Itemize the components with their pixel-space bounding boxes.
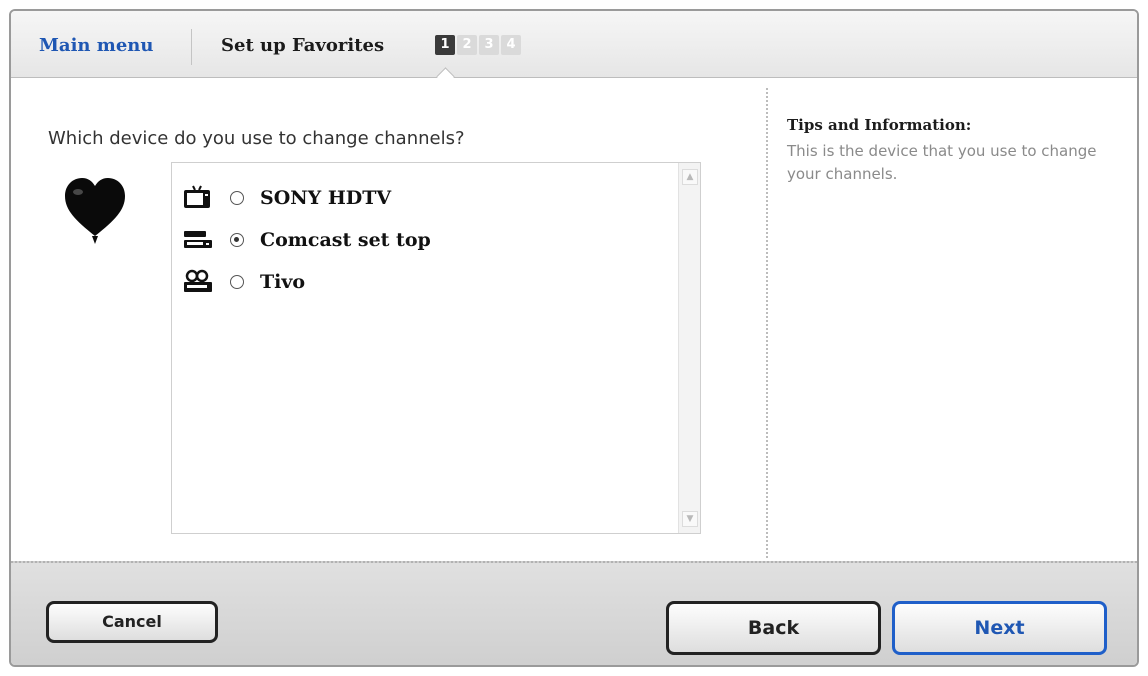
device-option-sony-hdtv[interactable]: SONY HDTV <box>182 181 391 215</box>
radio-comcast-set-top[interactable] <box>230 233 244 247</box>
back-button[interactable]: Back <box>666 601 881 655</box>
list-scrollbar[interactable]: ▲ ▼ <box>678 163 700 533</box>
step-3: 3 <box>479 35 499 55</box>
panel-divider <box>766 88 768 558</box>
radio-sony-hdtv[interactable] <box>230 191 244 205</box>
step-1: 1 <box>435 35 455 55</box>
device-label: Tivo <box>260 271 306 293</box>
radio-tivo[interactable] <box>230 275 244 289</box>
step-2: 2 <box>457 35 477 55</box>
step-4: 4 <box>501 35 521 55</box>
footer-bar: Cancel Back Next <box>11 561 1137 665</box>
device-option-comcast-set-top[interactable]: Comcast set top <box>182 223 431 257</box>
question-text: Which device do you use to change channe… <box>48 128 465 149</box>
next-button[interactable]: Next <box>892 601 1107 655</box>
tivo-icon <box>182 267 220 297</box>
header-bar: Main menu Set up Favorites 1 2 3 4 <box>11 11 1137 78</box>
main-content: Which device do you use to change channe… <box>11 78 1137 561</box>
scroll-down-icon[interactable]: ▼ <box>682 511 698 527</box>
device-label: Comcast set top <box>260 229 431 251</box>
setup-dialog: Main menu Set up Favorites 1 2 3 4 Which… <box>9 9 1139 667</box>
device-list[interactable]: SONY HDTV Comcast set top Tivo ▲ ▼ <box>171 162 701 534</box>
device-option-tivo[interactable]: Tivo <box>182 265 305 299</box>
cancel-button[interactable]: Cancel <box>46 601 218 643</box>
breadcrumb-separator <box>191 29 192 65</box>
scroll-up-icon[interactable]: ▲ <box>682 169 698 185</box>
page-title: Set up Favorites <box>221 35 385 56</box>
set-top-box-icon <box>182 225 220 255</box>
main-menu-link[interactable]: Main menu <box>39 35 153 56</box>
device-label: SONY HDTV <box>260 187 392 209</box>
tips-title: Tips and Information: <box>787 116 972 134</box>
step-indicator: 1 2 3 4 <box>435 35 521 55</box>
tips-body: This is the device that you use to chang… <box>787 142 1097 183</box>
tv-icon <box>182 183 220 213</box>
heart-icon <box>65 178 125 244</box>
